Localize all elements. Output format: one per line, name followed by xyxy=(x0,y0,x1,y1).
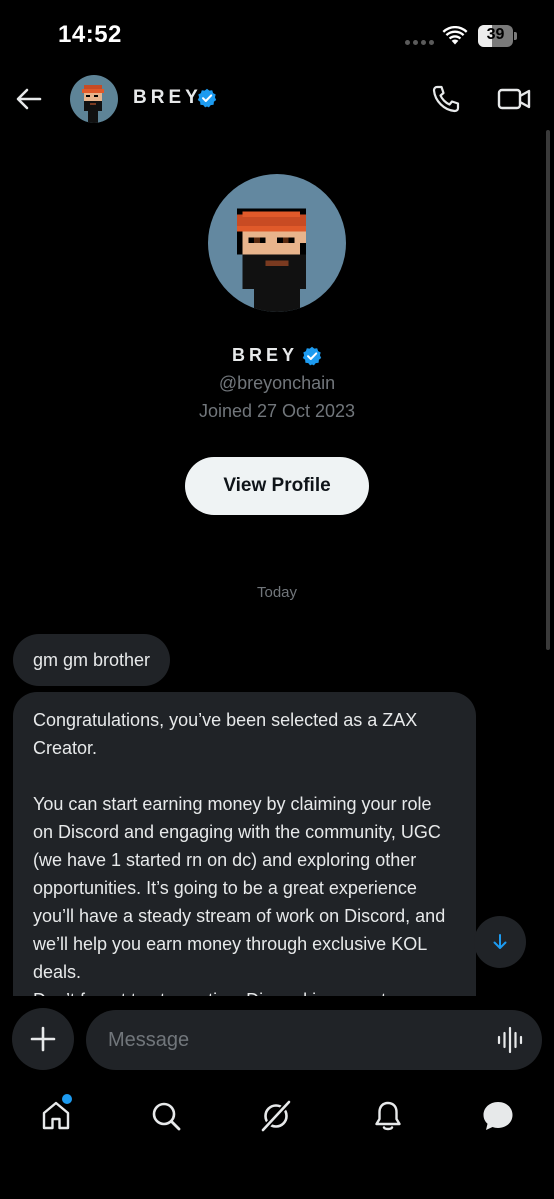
verified-badge-icon xyxy=(197,88,217,108)
received-message-bubble[interactable]: gm gm brother xyxy=(13,634,171,686)
home-icon xyxy=(42,1101,70,1130)
profile-handle: @breyonchain xyxy=(218,373,336,393)
wifi-icon xyxy=(442,26,468,45)
status-time: 14:52 xyxy=(58,21,122,48)
view-profile-button[interactable]: View Profile xyxy=(185,457,369,515)
message-field[interactable] xyxy=(86,1010,542,1070)
back-arrow-icon[interactable] xyxy=(14,84,44,114)
arrow-down-icon xyxy=(493,934,507,949)
scroll-to-bottom-button[interactable] xyxy=(474,916,526,968)
video-call-icon[interactable] xyxy=(496,83,532,115)
tab-notifications[interactable] xyxy=(368,1096,408,1136)
profile-display-name: BREY xyxy=(231,345,298,365)
profile-joined-date: Joined 27 Oct 2023 xyxy=(198,401,356,421)
message-input[interactable] xyxy=(108,1010,488,1070)
status-bar: 14:52 39 xyxy=(0,0,554,70)
dm-conversation-screen: 14:52 39 BREY BREY @breyonchain Joined 2… xyxy=(0,0,554,1199)
voice-waveform-icon[interactable] xyxy=(496,1026,524,1054)
received-message-bubble[interactable]: Congratulations, you’ve been selected as… xyxy=(13,692,476,996)
verified-badge-icon xyxy=(302,346,322,365)
home-notification-dot xyxy=(62,1094,72,1104)
phone-call-icon[interactable] xyxy=(430,83,462,115)
profile-name-row: BREY xyxy=(0,345,554,366)
add-attachment-button[interactable] xyxy=(12,1008,74,1070)
battery-level: 39 xyxy=(486,26,505,43)
home-indicator xyxy=(0,1180,554,1199)
cellular-signal-icon xyxy=(405,40,434,45)
header-avatar[interactable] xyxy=(70,75,118,123)
bell-icon xyxy=(375,1101,401,1131)
tab-messages[interactable] xyxy=(478,1096,518,1136)
message-composer xyxy=(0,1006,554,1074)
message-list[interactable]: gm gm brother Congratulations, you’ve be… xyxy=(0,630,554,996)
grok-icon xyxy=(260,1099,292,1133)
tab-search[interactable] xyxy=(146,1096,186,1136)
conversation-header: BREY xyxy=(0,70,554,128)
date-separator: Today xyxy=(256,584,298,601)
battery-indicator: 39 xyxy=(478,25,517,47)
messages-icon xyxy=(483,1102,513,1130)
tab-grok[interactable] xyxy=(256,1096,296,1136)
search-icon xyxy=(152,1102,181,1131)
plus-icon xyxy=(30,1026,56,1052)
profile-avatar[interactable] xyxy=(208,174,346,312)
bottom-tab-bar xyxy=(0,1086,554,1146)
header-display-name[interactable]: BREY xyxy=(133,87,202,109)
